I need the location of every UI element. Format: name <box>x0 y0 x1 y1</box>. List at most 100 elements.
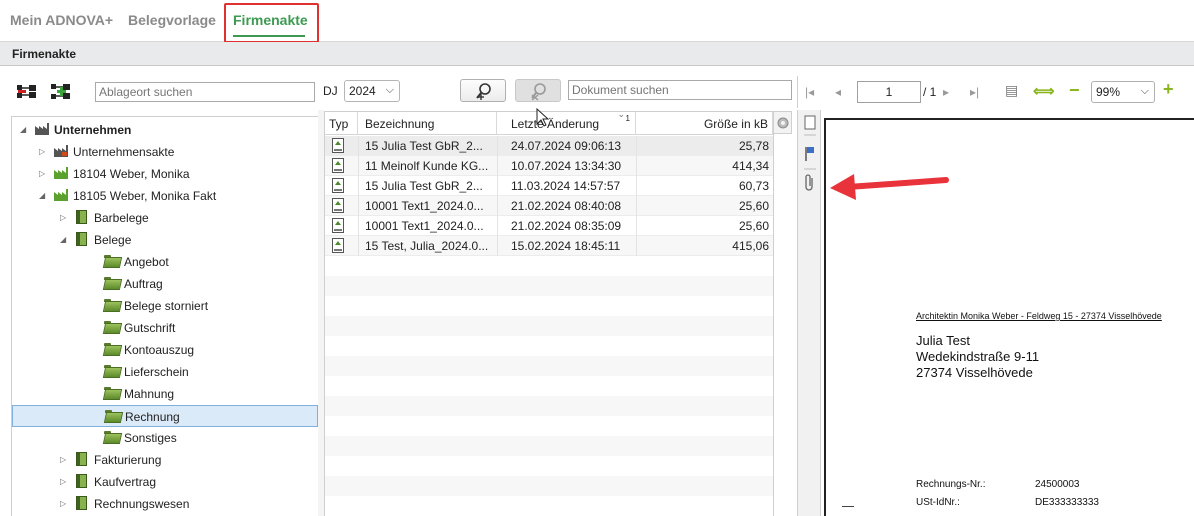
expand-arrow-icon[interactable]: ▷ <box>60 455 68 464</box>
tree-item[interactable]: ▷ Unternehmensakte <box>12 141 318 163</box>
pdf-icon <box>332 178 344 193</box>
tree-item-label: Unternehmen <box>54 123 132 137</box>
collapse-arrow-icon[interactable]: ◢ <box>20 125 28 134</box>
fit-width-icon[interactable]: ⟺ <box>1033 82 1055 100</box>
col-bezeichnung[interactable]: Bezeichnung <box>358 112 497 135</box>
tree-item[interactable]: ▷ 18104 Weber, Monika <box>12 163 318 185</box>
col-letzte-aenderung[interactable]: Letzte Änderung 1 ⌄ <box>497 109 636 135</box>
tree-item-label: 18105 Weber, Monika Fakt <box>73 189 217 203</box>
page-title-bar: Firmenakte <box>0 42 1194 66</box>
tree-item[interactable]: ▷ Fakturierung <box>12 449 318 471</box>
col-typ[interactable]: Typ <box>325 112 358 135</box>
cell-bezeichnung: 15 Julia Test GbR_2... <box>365 179 483 193</box>
cell-datum: 21.02.2024 08:40:08 <box>511 199 622 213</box>
cell-bezeichnung: 11 Meinolf Kunde KG... <box>365 159 489 173</box>
col-groesse[interactable]: Größe in kB <box>636 112 773 135</box>
tree-item[interactable]: Mahnung <box>12 383 318 405</box>
tree-collapse-icon[interactable] <box>16 82 38 102</box>
table-row[interactable]: 10001 Text1_2024.0... 21.02.2024 08:40:08… <box>325 196 773 216</box>
expand-arrow-icon[interactable]: ▷ <box>39 169 47 178</box>
cell-datum: 11.03.2024 14:57:57 <box>511 179 621 193</box>
tree-item[interactable]: Angebot <box>12 251 318 273</box>
cell-datum: 24.07.2024 09:06:13 <box>511 139 622 153</box>
expand-arrow-icon[interactable]: ▷ <box>60 477 68 486</box>
zoom-select[interactable]: 99% ⌵ <box>1091 81 1155 103</box>
tree-item[interactable]: Kontoauszug <box>12 339 318 361</box>
expand-arrow-icon[interactable]: ▷ <box>39 147 47 156</box>
cell-datum: 10.07.2024 13:34:30 <box>511 159 622 173</box>
tree-item-label: Barbelege <box>94 211 149 225</box>
tree-item[interactable]: ▷ Kaufvertrag <box>12 471 318 493</box>
page-thumbnail-icon[interactable] <box>804 115 816 130</box>
table-row[interactable]: 11 Meinolf Kunde KG... 10.07.2024 13:34:3… <box>325 156 773 176</box>
tree-expand-icon[interactable] <box>50 82 72 102</box>
folder-icon <box>104 364 120 378</box>
empty-row <box>325 356 773 376</box>
cell-groesse: 25,60 <box>738 219 769 233</box>
zoom-out-icon[interactable]: − <box>1069 80 1080 101</box>
dj-year-select[interactable]: 2024 ⌵ <box>344 80 400 102</box>
tree-item[interactable]: Lieferschein <box>12 361 318 383</box>
factory-green-icon <box>53 188 69 202</box>
prev-page-icon[interactable]: ◂ <box>835 85 841 99</box>
vat-id-label: USt-IdNr.: <box>916 497 960 508</box>
pdf-icon <box>332 218 344 233</box>
table-row[interactable]: 10001 Text1_2024.0... 21.02.2024 08:35:09… <box>325 216 773 236</box>
pdf-icon <box>332 198 344 213</box>
fit-page-icon[interactable]: ▤ <box>1005 82 1018 99</box>
tree-item[interactable]: ▷ Barbelege <box>12 207 318 229</box>
expand-arrow-icon[interactable]: ▷ <box>60 499 68 508</box>
table-row[interactable]: 15 Test, Julia_2024.0... 15.02.2024 18:45… <box>325 236 773 256</box>
cell-bezeichnung: 15 Test, Julia_2024.0... <box>365 239 489 253</box>
tree-item-label: Gutschrift <box>124 321 176 335</box>
search-plus-icon <box>476 83 491 100</box>
invoice-number-label: Rechnungs-Nr.: <box>916 479 986 490</box>
cell-bezeichnung: 15 Julia Test GbR_2... <box>365 139 483 153</box>
tree-item[interactable]: ◢ 18105 Weber, Monika Fakt <box>12 185 318 207</box>
attachment-icon[interactable] <box>805 174 813 191</box>
tree-item-label: Lieferschein <box>124 365 189 379</box>
recipient-city: 27374 Visselhövede <box>916 365 1033 380</box>
empty-row <box>325 456 773 476</box>
cell-datum: 15.02.2024 18:45:11 <box>511 239 621 253</box>
page-number-input[interactable]: 1 <box>857 81 921 103</box>
expand-arrow-icon[interactable]: ▷ <box>60 213 68 222</box>
last-page-icon[interactable]: ▸| <box>970 85 979 99</box>
cell-datum: 21.02.2024 08:35:09 <box>511 219 622 233</box>
search-document-button[interactable] <box>460 79 506 102</box>
first-page-icon[interactable]: |◂ <box>805 85 814 99</box>
empty-row <box>325 256 773 276</box>
tree-item[interactable]: ◢ Belege <box>12 229 318 251</box>
book-icon <box>74 232 90 246</box>
tree-item[interactable]: Sonstiges <box>12 427 318 449</box>
zoom-in-icon[interactable]: + <box>1163 79 1174 100</box>
dokument-search-input[interactable] <box>568 80 792 100</box>
search-clear-icon <box>531 83 546 101</box>
column-settings-button[interactable] <box>774 111 792 134</box>
fold-mark <box>842 506 854 507</box>
dj-year-value: 2024 <box>349 84 376 98</box>
folder-tree: ◢ Unternehmen ▷ Unternehmensakte ▷ 18104 Webe… <box>11 116 319 516</box>
invoice-number-value: 24500003 <box>1035 479 1080 490</box>
next-page-icon[interactable]: ▸ <box>943 85 949 99</box>
table-row[interactable]: 15 Julia Test GbR_2... 24.07.2024 09:06:1… <box>325 136 773 156</box>
tree-item[interactable]: ▷ Rechnungswesen <box>12 493 318 515</box>
collapse-arrow-icon[interactable]: ◢ <box>39 191 47 200</box>
empty-row <box>325 436 773 456</box>
nav-belegvorlage[interactable]: Belegvorlage <box>128 12 216 28</box>
cell-groesse: 415,06 <box>732 239 769 253</box>
ablageort-search-input[interactable] <box>95 82 315 102</box>
tree-item[interactable]: Gutschrift <box>12 317 318 339</box>
tree-item[interactable]: Auftrag <box>12 273 318 295</box>
bookmark-flag-icon[interactable] <box>805 147 814 161</box>
table-row[interactable]: 15 Julia Test GbR_2... 11.03.2024 14:57:5… <box>325 176 773 196</box>
tree-item[interactable]: Belege storniert <box>12 295 318 317</box>
collapse-arrow-icon[interactable]: ◢ <box>60 235 68 244</box>
remove-search-button[interactable] <box>515 79 561 102</box>
folder-icon <box>104 386 120 400</box>
tree-item[interactable]: Rechnung <box>12 405 318 427</box>
tree-item[interactable]: ◢ Unternehmen <box>12 119 318 141</box>
nav-mein-adnova[interactable]: Mein ADNOVA+ <box>10 12 113 28</box>
folder-icon <box>104 430 120 444</box>
empty-row <box>325 276 773 296</box>
